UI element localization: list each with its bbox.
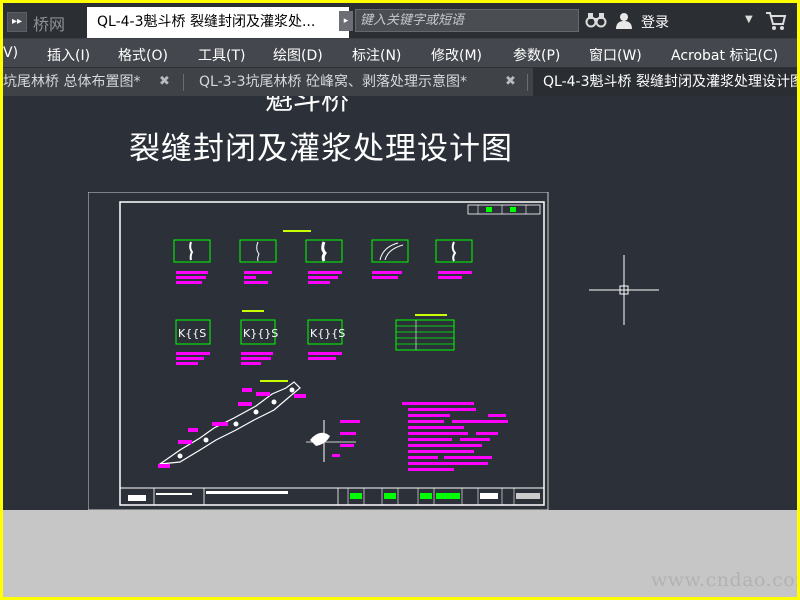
tab-overall-layout[interactable]: 坑尾林桥 总体布置图*: [3, 68, 153, 96]
tab-honeycomb-diagram[interactable]: QL-3-3坑尾林桥 砼峰窝、剥落处理示意图*: [199, 68, 499, 96]
tab-divider: [183, 74, 184, 91]
search-input[interactable]: 键入关键字或短语: [355, 9, 579, 32]
drawing-sheet-preview: K{{S K}{}S K{}{S: [88, 192, 549, 510]
crosshair-cursor: [589, 255, 659, 325]
application-menu-button[interactable]: ▸▸: [7, 12, 27, 32]
menu-item-modify[interactable]: 修改(M): [431, 45, 482, 65]
menu-bar: V) 插入(I) 格式(O) 工具(T) 绘图(D) 标注(N) 修改(M) 参…: [3, 38, 797, 67]
user-icon[interactable]: [615, 11, 633, 29]
app-name: 桥网: [33, 15, 66, 34]
close-icon[interactable]: ✖: [505, 68, 516, 96]
document-title-tab[interactable]: QL-4-3魁斗桥 裂缝封闭及灌浆处...: [87, 7, 349, 38]
watermark: www.cndao.com: [651, 569, 797, 591]
menu-item-dimension[interactable]: 标注(N): [352, 45, 401, 65]
menu-item-window[interactable]: 窗口(W): [589, 45, 642, 65]
svg-text:K{{S: K{{S: [178, 327, 206, 340]
menu-item-acrobat[interactable]: Acrobat 标记(C): [671, 45, 778, 65]
tab-divider: [527, 74, 528, 91]
svg-text:K}{}S: K}{}S: [243, 327, 278, 340]
menu-item-view[interactable]: V): [3, 45, 18, 61]
menu-item-format[interactable]: 格式(O): [118, 45, 168, 65]
menu-item-tools[interactable]: 工具(T): [198, 45, 245, 65]
drawing-main-title: 裂缝封闭及灌浆处理设计图: [129, 131, 513, 167]
drawing-bridge-title: 魁斗桥: [265, 96, 350, 116]
title-bar: ▸▸ 桥网 QL-4-3魁斗桥 裂缝封闭及灌浆处... ▸ 键入关键字或短语 登…: [3, 3, 797, 38]
close-icon[interactable]: ✖: [159, 68, 170, 96]
title-arrow-button[interactable]: ▸: [339, 11, 353, 31]
chevron-down-icon[interactable]: ▼: [745, 14, 753, 25]
menu-item-insert[interactable]: 插入(I): [47, 45, 90, 65]
document-tab-strip: 坑尾林桥 总体布置图* ✖ QL-3-3坑尾林桥 砼峰窝、剥落处理示意图* ✖ …: [3, 67, 797, 96]
binoculars-icon[interactable]: [585, 12, 607, 32]
cart-icon[interactable]: [765, 11, 787, 31]
login-button[interactable]: 登录: [641, 12, 669, 32]
menu-item-parametric[interactable]: 参数(P): [513, 45, 560, 65]
svg-text:K{}{S: K{}{S: [310, 327, 345, 340]
drawing-canvas[interactable]: 魁斗桥 裂缝封闭及灌浆处理设计图 K{{S K}{}S K{}{S: [3, 96, 797, 510]
application-window: ▸▸ 桥网 QL-4-3魁斗桥 裂缝封闭及灌浆处... ▸ 键入关键字或短语 登…: [3, 3, 797, 597]
tab-crack-grouting-active[interactable]: QL-4-3魁斗桥 裂缝封闭及灌浆处理设计图: [533, 68, 797, 96]
menu-item-draw[interactable]: 绘图(D): [273, 45, 323, 65]
